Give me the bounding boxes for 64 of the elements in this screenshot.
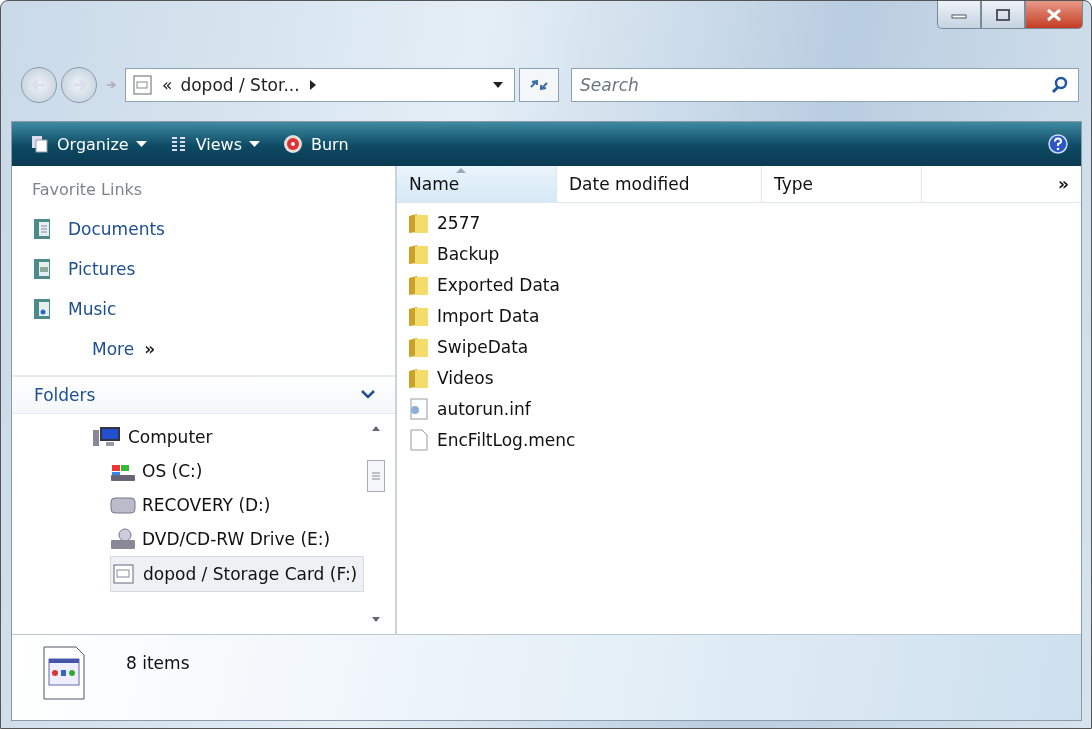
refresh-button[interactable] <box>519 68 559 102</box>
maximize-icon <box>994 7 1012 22</box>
maximize-button[interactable] <box>981 1 1025 29</box>
folder-icon <box>407 211 429 234</box>
storage-card-icon <box>132 74 154 96</box>
file-item[interactable]: autorun.inf <box>407 393 1081 424</box>
favorite-link[interactable]: Documents <box>32 209 395 249</box>
submenu-arrow-icon[interactable] <box>307 79 318 91</box>
breadcrumb[interactable]: dopod / Stor... <box>180 75 300 95</box>
folder-icon <box>407 273 429 296</box>
search-field[interactable]: Search <box>571 68 1079 102</box>
file-item[interactable]: Videos <box>407 362 1081 393</box>
burn-disc-icon <box>282 133 304 155</box>
file-item[interactable]: Backup <box>407 238 1081 269</box>
scroll-thumb[interactable] <box>367 460 385 492</box>
sort-arrow-icon <box>455 167 467 173</box>
file-icon <box>407 428 429 451</box>
folder-icon <box>407 304 429 327</box>
tree-item[interactable]: Computer <box>92 420 219 454</box>
address-bar[interactable]: « dopod / Stor... <box>125 68 515 102</box>
minimize-button[interactable] <box>937 1 981 29</box>
file-item[interactable]: SwipeData <box>407 331 1081 362</box>
tree-item[interactable]: OS (C:) <box>110 454 209 488</box>
pages-icon <box>30 134 50 154</box>
storage-card-icon <box>111 563 137 585</box>
more-columns-button[interactable]: » <box>922 166 1081 202</box>
file-item[interactable]: EncFiltLog.menc <box>407 424 1081 455</box>
overflow-chevron[interactable]: « <box>162 75 173 95</box>
folder-icon <box>407 335 429 358</box>
tree-item[interactable]: dopod / Storage Card (F:) <box>110 556 365 592</box>
column-header[interactable]: Date modified <box>557 166 762 202</box>
folder-icon <box>407 366 429 389</box>
refresh-arrows-icon <box>528 77 550 93</box>
chevron-icon[interactable] <box>361 390 375 400</box>
close-button[interactable] <box>1025 1 1083 29</box>
views-button[interactable]: Views <box>164 130 264 158</box>
scroll-down-icon[interactable] <box>371 616 381 624</box>
close-icon <box>1045 7 1063 22</box>
favorite-link[interactable]: Pictures <box>32 249 395 289</box>
item-count: 8 items <box>126 653 190 673</box>
drive-icon <box>110 494 136 516</box>
search-icon[interactable] <box>1051 76 1069 94</box>
folder-icon <box>407 242 429 265</box>
file-item[interactable]: Exported Data <box>407 269 1081 300</box>
grip-icon <box>371 471 381 481</box>
file-item[interactable]: Import Data <box>407 300 1081 331</box>
folders-heading[interactable]: Folders <box>34 385 96 405</box>
burn-button[interactable]: Burn <box>278 129 353 159</box>
computer-icon <box>92 425 122 449</box>
scroll-up-icon[interactable] <box>371 424 381 432</box>
file-item[interactable]: 2577 <box>407 207 1081 238</box>
column-header[interactable]: Name <box>397 166 557 202</box>
section-heading: Favorite Links <box>32 180 144 199</box>
settings-file-icon <box>407 397 429 420</box>
storage-card-icon <box>42 645 86 701</box>
favorite-link[interactable]: Music <box>32 289 395 329</box>
organize-button[interactable]: Organize <box>26 130 151 158</box>
dvd-drive-icon <box>110 528 136 550</box>
help-icon[interactable] <box>1047 133 1069 155</box>
tree-item[interactable]: RECOVERY (D:) <box>110 488 277 522</box>
tree-item[interactable]: DVD/CD-RW Drive (E:) <box>110 522 337 556</box>
dropdown-arrow-icon[interactable] <box>492 81 504 89</box>
more-link[interactable]: More » <box>32 329 395 369</box>
column-header[interactable]: Type <box>762 166 922 202</box>
